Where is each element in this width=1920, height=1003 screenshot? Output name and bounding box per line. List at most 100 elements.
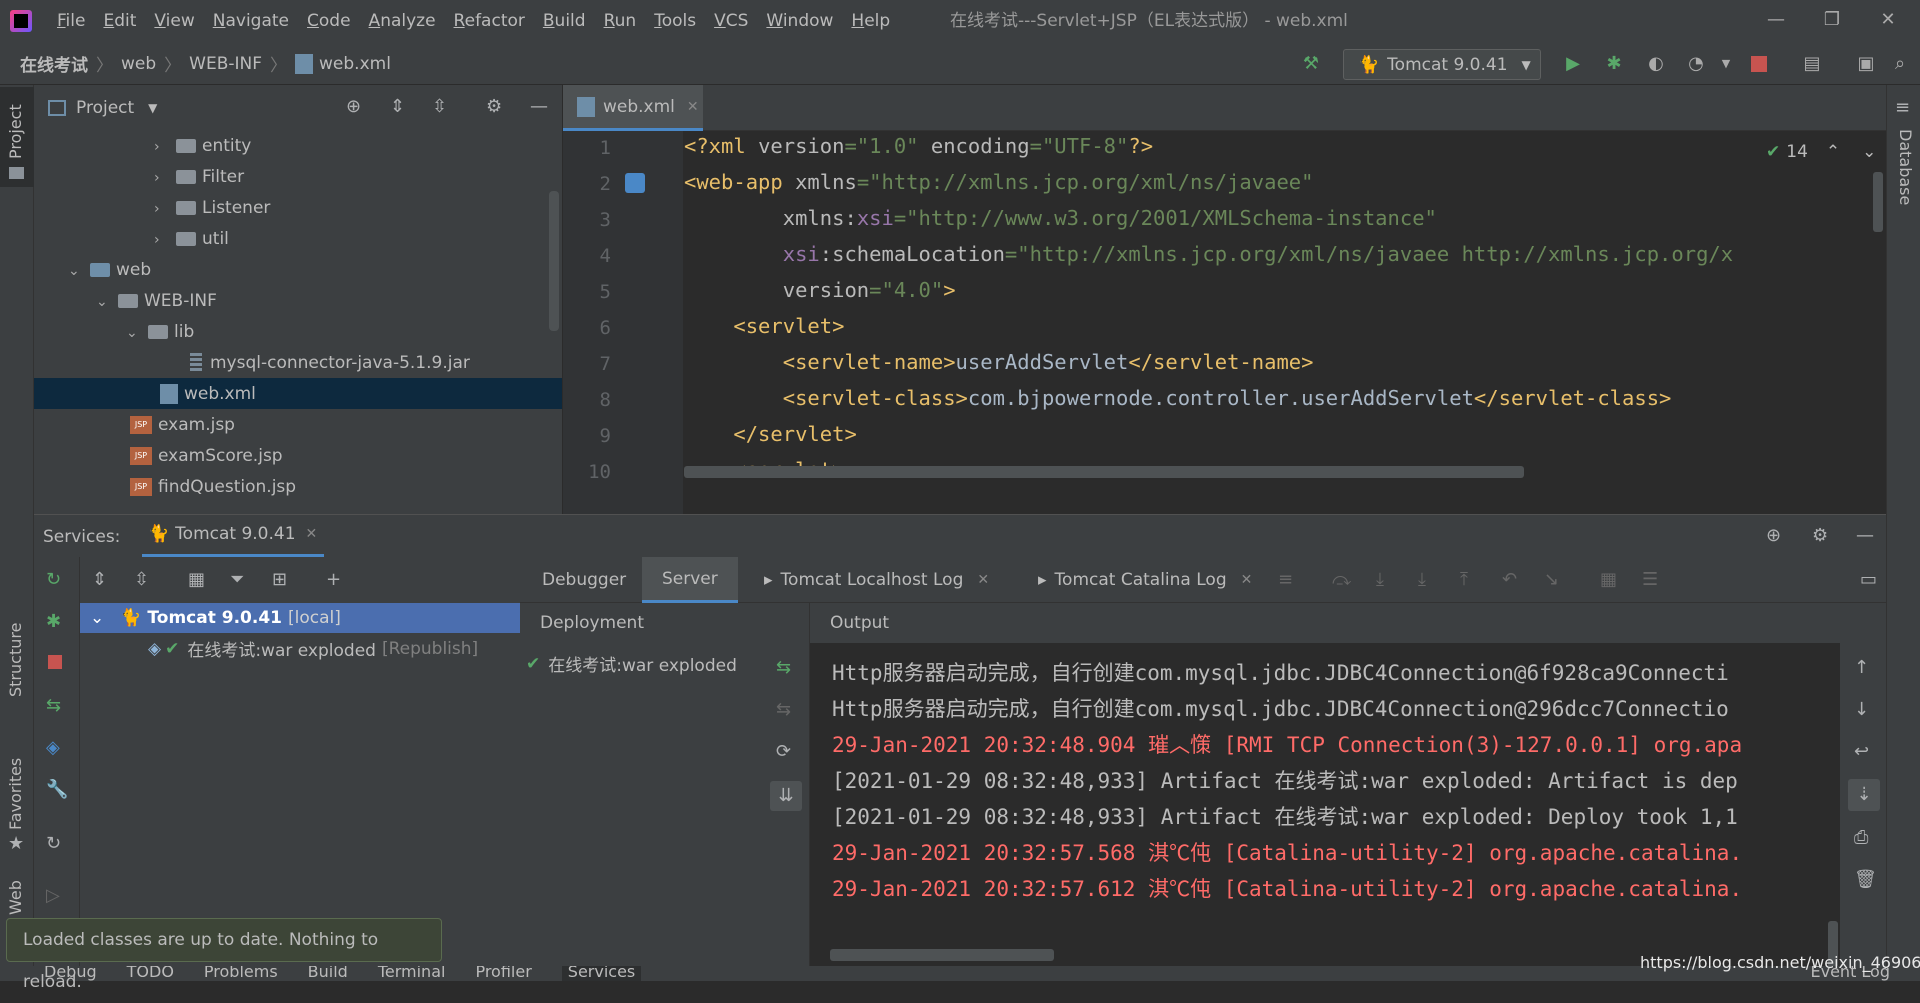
step-out-icon[interactable]: ⤒	[1460, 571, 1468, 589]
database-tool-tab[interactable]: Database	[1896, 129, 1915, 205]
close-icon[interactable]: ✕	[1241, 572, 1253, 588]
menu-view[interactable]: View	[145, 0, 203, 42]
status-tab-build[interactable]: Build	[308, 966, 348, 981]
project-tool-tab[interactable]: Project	[0, 87, 34, 187]
menu-code[interactable]: Code	[298, 0, 360, 42]
profile-icon[interactable]: ◔	[1680, 48, 1712, 80]
tree-node-util[interactable]: › util	[154, 224, 229, 255]
status-tab-todo[interactable]: TODO	[127, 966, 174, 981]
tree-node-examscore-jsp[interactable]: JSP examScore.jsp	[130, 441, 283, 472]
expand-all-icon[interactable]: ⇕	[390, 98, 405, 116]
menu-refactor[interactable]: Refactor	[445, 0, 534, 42]
search-icon[interactable]: ⌕	[1884, 48, 1916, 80]
tree-node-mysql-jar[interactable]: mysql-connector-java-5.1.9.jar	[190, 348, 470, 379]
step-over-icon[interactable]: ⤼	[1332, 571, 1351, 589]
gear-icon[interactable]: ⚙	[1812, 527, 1828, 545]
group-by-icon[interactable]: ▦	[188, 571, 205, 589]
breadcrumb-web-xml[interactable]: web.xml	[319, 54, 391, 74]
step-into-icon[interactable]: ⤓	[1376, 571, 1384, 589]
editor-vertical-scrollbar[interactable]	[1873, 172, 1883, 232]
menu-file[interactable]: File	[48, 0, 94, 42]
run-icon[interactable]: ▶	[1557, 48, 1589, 80]
menu-edit[interactable]: Edit	[94, 0, 145, 42]
web-tool-tab[interactable]: Web	[6, 880, 25, 915]
service-node-artifact[interactable]: ◈ ✔ 在线考试:war exploded [Republish]	[148, 633, 478, 664]
tree-node-web-inf[interactable]: ⌄ WEB-INF	[96, 286, 217, 317]
web-app-gutter-icon[interactable]	[625, 173, 645, 193]
wrench-icon[interactable]: 🔧	[46, 781, 68, 799]
drop-frame-icon[interactable]: ↶	[1502, 571, 1517, 589]
add-service-icon[interactable]: +	[326, 571, 341, 589]
arrow-down-icon[interactable]: ↓	[1854, 701, 1869, 719]
coverage-icon[interactable]: ◐	[1640, 48, 1672, 80]
project-structure-icon[interactable]: ▤	[1796, 48, 1828, 80]
stop-icon[interactable]	[1743, 48, 1775, 80]
presentation-icon[interactable]: ▣	[1850, 48, 1882, 80]
close-window-button[interactable]: ✕	[1868, 0, 1908, 42]
stop-icon[interactable]	[48, 655, 62, 669]
inspection-widget[interactable]: ✔ 14 ⌃ ⌄	[1766, 140, 1876, 164]
evaluate-icon[interactable]: ▦	[1600, 571, 1617, 589]
collapse-all-icon[interactable]: ⇳	[134, 571, 149, 589]
filter-icon[interactable]: ⏷	[230, 571, 244, 589]
tree-node-lib[interactable]: ⌄ lib	[126, 317, 194, 348]
debug-icon[interactable]: ✱	[46, 613, 61, 631]
tab-tomcat-catalina-log[interactable]: ▸ Tomcat Catalina Log ✕	[1026, 557, 1264, 603]
chevron-down-icon[interactable]: ⌄	[1862, 142, 1876, 162]
deploy-icon[interactable]: ◈	[46, 739, 60, 757]
rerun-icon[interactable]: ↻	[46, 571, 61, 589]
status-tab-terminal[interactable]: Terminal	[378, 966, 446, 981]
menu-analyze[interactable]: Analyze	[360, 0, 445, 42]
structure-tool-tab[interactable]: Structure	[6, 623, 25, 697]
update-app-icon[interactable]: ⇆	[46, 697, 61, 715]
debug-icon[interactable]: ✱	[1598, 48, 1630, 80]
menu-window[interactable]: Window	[757, 0, 842, 42]
chevron-down-icon[interactable]: ▼	[148, 101, 157, 115]
run-configuration-select[interactable]: 🐈 Tomcat 9.0.41 ▼	[1343, 49, 1541, 80]
chevron-up-icon[interactable]: ⌃	[1826, 142, 1840, 162]
print-icon[interactable]: ⎙	[1854, 829, 1868, 847]
editor-tab-web-xml[interactable]: web.xml ✕	[563, 85, 703, 131]
undeploy-icon[interactable]: ⇆	[776, 701, 791, 719]
scroll-to-end-icon[interactable]: ⇣	[1848, 779, 1880, 811]
locate-icon[interactable]: ⊕	[346, 98, 361, 116]
output-console[interactable]: Http服务器启动完成，自行创建com.mysql.jdbc.JDBC4Conn…	[810, 643, 1840, 981]
arrow-up-icon[interactable]: ↑	[1854, 659, 1869, 677]
force-step-into-icon[interactable]: ⤓	[1418, 571, 1426, 589]
tab-debugger[interactable]: Debugger	[520, 557, 648, 603]
hide-panel-icon[interactable]: —	[1856, 527, 1874, 545]
tree-node-web[interactable]: ⌄ web	[68, 255, 151, 286]
editor-horizontal-scrollbar[interactable]	[684, 466, 1524, 478]
menu-run[interactable]: Run	[595, 0, 646, 42]
refresh-icon[interactable]: ↻	[46, 835, 61, 853]
menu-tools[interactable]: Tools	[645, 0, 705, 42]
soft-wrap-icon[interactable]: ↩	[1854, 743, 1869, 761]
hide-panel-icon[interactable]: —	[530, 98, 548, 116]
trace-icon[interactable]: ☰	[1642, 571, 1658, 589]
profile-dropdown-icon[interactable]: ▼	[1710, 48, 1742, 80]
services-tab-tomcat[interactable]: 🐈 Tomcat 9.0.41 ✕	[142, 514, 324, 557]
build-hammer-icon[interactable]: ⚒	[1295, 48, 1327, 80]
menu-navigate[interactable]: Navigate	[204, 0, 298, 42]
menu-vcs[interactable]: VCS	[705, 0, 757, 42]
menu-build[interactable]: Build	[534, 0, 595, 42]
status-tab-services[interactable]: Services	[561, 966, 642, 981]
close-icon[interactable]: ✕	[687, 99, 699, 115]
deploy-update-icon[interactable]: ⇆	[776, 659, 791, 677]
output-horizontal-scrollbar[interactable]	[830, 949, 1054, 961]
tree-node-listener[interactable]: › Listener	[154, 193, 270, 224]
close-icon[interactable]: ✕	[977, 572, 989, 588]
status-tab-problems[interactable]: Problems	[204, 966, 278, 981]
deployment-item[interactable]: ✔ 在线考试:war exploded	[526, 651, 737, 677]
project-view-title[interactable]: Project	[76, 98, 134, 118]
breadcrumb-web[interactable]: web	[121, 54, 156, 74]
reload-notification[interactable]: Loaded classes are up to date. Nothing t…	[6, 918, 442, 992]
close-icon[interactable]: ✕	[306, 526, 318, 542]
locate-icon[interactable]: ⊕	[1766, 527, 1781, 545]
menu-icon[interactable]: ≡	[1278, 571, 1293, 589]
tab-server[interactable]: Server	[642, 557, 738, 603]
service-node-tomcat[interactable]: ⌄ 🐈 Tomcat 9.0.41 [local]	[80, 603, 520, 633]
tab-tomcat-localhost-log[interactable]: ▸ Tomcat Localhost Log ✕	[752, 557, 1001, 603]
tree-node-web-xml[interactable]: web.xml	[160, 379, 256, 410]
status-tab-profiler[interactable]: Profiler	[475, 966, 531, 981]
